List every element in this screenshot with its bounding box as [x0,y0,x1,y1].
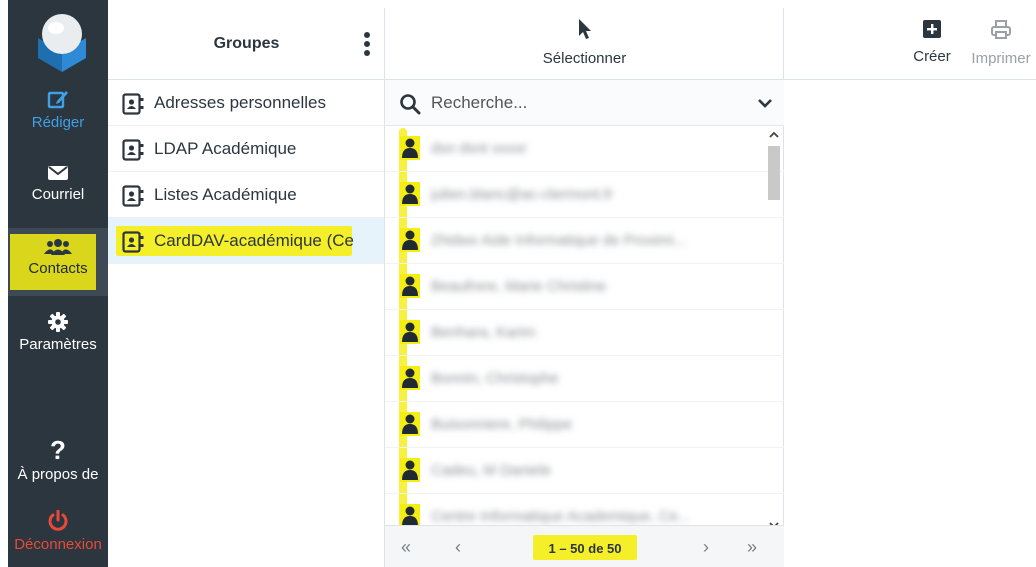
pagination-bar: « ‹ 1 – 50 de 50 › » [385,525,784,567]
search-icon[interactable] [399,93,421,115]
main-navigation: Rédiger Courriel Contacts Paramètres ? À… [8,0,108,567]
nav-compose-label: Rédiger [31,114,85,131]
group-item-personal[interactable]: Adresses personnelles [108,80,384,126]
contact-row[interactable]: ZNdwx Aide Informatique de Proximi... [385,218,784,264]
scroll-thumb[interactable] [768,146,780,200]
contacts-list-panel: Sélectionner dsn ds [385,8,784,567]
address-book-icon [122,93,144,115]
plus-square-icon [923,20,941,38]
contacts-list: dsn dsnt xxxxr julien.blanc@ac-clermont.… [385,126,784,534]
previous-page-icon[interactable]: ‹ [455,537,461,558]
printer-icon [991,20,1011,39]
group-item-carddav[interactable]: CardDAV-académique (Ce [108,218,384,264]
user-icon [400,366,420,390]
nav-compose-button[interactable]: Rédiger [8,88,108,146]
user-icon [400,274,420,298]
address-book-icon [122,185,144,207]
contact-row[interactable]: Cadeu, M Daniele [385,448,784,494]
nav-contacts-button[interactable]: Contacts [8,228,108,296]
search-bar [385,80,784,126]
roundcube-logo-icon [38,14,86,72]
question-icon: ? [50,435,66,465]
group-label: LDAP Académique [154,139,297,158]
contact-name: Benhara, Karim [431,324,536,341]
pen-square-icon [47,91,68,109]
pager-count: 1 – 50 de 50 [548,541,622,556]
nav-contacts-label: Contacts [28,260,88,277]
nav-settings-button[interactable]: Paramètres [8,312,108,370]
contact-name: julien.blanc@ac-clermont.fr [431,186,613,203]
contact-name: ZNdwx Aide Informatique de Proximi... [431,232,687,249]
chevron-down-icon[interactable] [758,97,772,109]
group-label: Listes Académique [154,185,297,204]
gear-icon [48,312,68,332]
user-icon [400,458,420,482]
group-label: Adresses personnelles [154,93,326,112]
contact-row[interactable]: Buisonniere, Philippe [385,402,784,448]
user-icon [400,412,420,436]
first-page-icon[interactable]: « [401,537,411,558]
address-book-icon [122,231,144,253]
toolbar: Créer Imprimer [784,8,1036,80]
nav-mail-button[interactable]: Courriel [8,164,108,222]
group-label: CardDAV-académique (Ce [154,231,354,250]
select-label: Sélectionner [542,50,627,67]
nav-mail-label: Courriel [31,186,85,203]
nav-about-label: À propos de [17,466,99,483]
contact-name: dsn dsnt xxxxr [431,140,527,157]
list-header: Sélectionner [385,8,783,80]
select-button[interactable]: Sélectionner [385,18,784,67]
power-icon [48,510,68,531]
nav-settings-label: Paramètres [19,336,97,353]
user-icon [400,136,420,160]
users-icon [44,239,72,255]
last-page-icon[interactable]: » [747,537,757,558]
contact-name: Cadeu, M Daniele [431,462,552,479]
groups-panel: Groupes Adresses personnelles LDAP Acadé… [108,8,385,567]
app-window: Rédiger Courriel Contacts Paramètres ? À… [0,0,1036,567]
group-item-lists[interactable]: Listes Académique [108,172,384,218]
search-input[interactable] [431,90,731,116]
nav-logout-button[interactable]: Déconnexion [8,510,108,566]
contact-row[interactable]: julien.blanc@ac-clermont.fr [385,172,784,218]
contact-row[interactable]: Benhara, Karim [385,310,784,356]
contact-row[interactable]: dsn dsnt xxxxr [385,126,784,172]
group-item-ldap[interactable]: LDAP Académique [108,126,384,172]
nav-about-button[interactable]: ? À propos de [8,435,108,496]
print-button[interactable]: Imprimer [968,20,1034,67]
cursor-arrow-icon [578,19,591,39]
create-label: Créer [913,48,951,65]
contact-name: Beaufrere, Marie Christine [431,278,607,295]
address-book-icon [122,139,144,161]
print-label: Imprimer [971,50,1031,67]
contact-name: Centre Informatique Academique, Ce... [431,508,691,525]
user-icon [400,320,420,344]
contact-name: Bonnin, Christophe [431,370,559,387]
user-icon [400,182,420,206]
contact-name: Buisonniere, Philippe [431,416,572,433]
envelope-icon [48,166,68,180]
user-icon [400,228,420,252]
chevron-up-icon[interactable] [768,130,780,140]
groups-title: Groupes [213,35,280,52]
groups-header: Groupes [108,8,384,80]
create-button[interactable]: Créer [912,20,952,65]
contact-row[interactable]: Beaufrere, Marie Christine [385,264,784,310]
vertical-dots-icon[interactable] [362,30,372,58]
nav-logout-label: Déconnexion [14,536,102,553]
contact-row[interactable]: Bonnin, Christophe [385,356,784,402]
next-page-icon[interactable]: › [703,537,709,558]
contacts-scrollbar[interactable] [765,126,781,534]
